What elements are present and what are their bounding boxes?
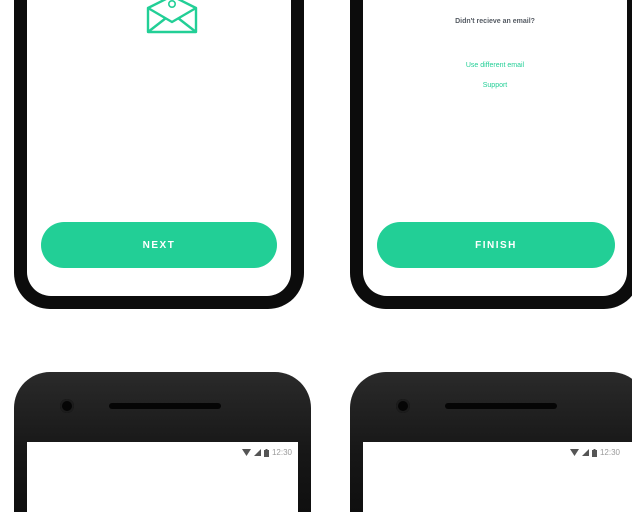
earpiece-speaker: [445, 403, 557, 409]
phone-mockup-next: NEXT: [14, 0, 304, 309]
envelope-at-icon: [146, 0, 198, 34]
status-bar: 12:30: [569, 448, 620, 457]
use-different-email-link[interactable]: Use different email: [363, 62, 627, 69]
battery-icon: [263, 448, 269, 457]
phone-mockup-finish: Didn't recieve an email? Use different e…: [350, 0, 632, 309]
status-bar: 12:30: [241, 448, 292, 457]
phone-screen: Didn't recieve an email? Use different e…: [363, 0, 627, 296]
signal-icon: [253, 449, 261, 456]
finish-button[interactable]: FINISH: [377, 222, 615, 268]
phone-screen: 12:30: [27, 442, 298, 512]
status-time: 12:30: [599, 448, 620, 457]
phone-screen: NEXT: [27, 0, 291, 296]
earpiece-speaker: [109, 403, 221, 409]
support-link[interactable]: Support: [363, 82, 627, 89]
phone-mockup-bottom-right: 12:30: [350, 372, 632, 512]
wifi-icon: [241, 449, 251, 456]
next-button[interactable]: NEXT: [41, 222, 277, 268]
phone-screen: 12:30: [363, 442, 632, 512]
front-camera: [60, 399, 74, 413]
signal-icon: [581, 449, 589, 456]
wifi-icon: [569, 449, 579, 456]
no-email-helper-text: Didn't recieve an email?: [455, 18, 535, 25]
battery-icon: [591, 448, 597, 457]
status-time: 12:30: [271, 448, 292, 457]
front-camera: [396, 399, 410, 413]
phone-mockup-bottom-left: 12:30: [14, 372, 311, 512]
